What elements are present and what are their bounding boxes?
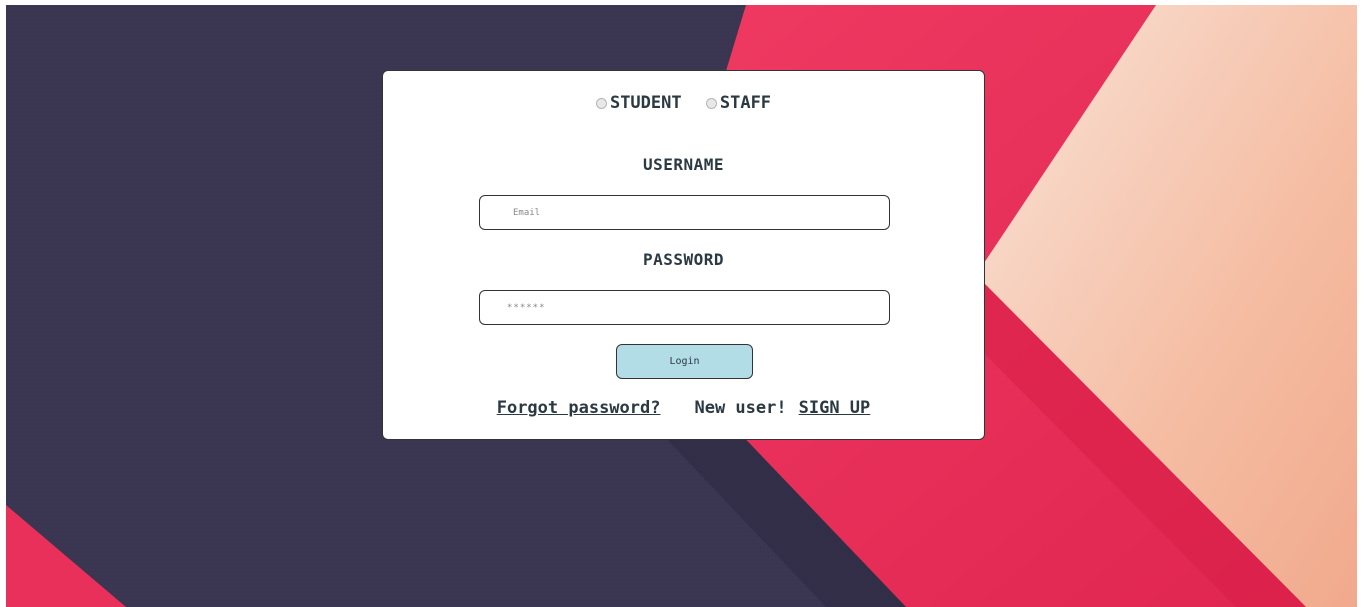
username-label: USERNAME (642, 155, 725, 174)
role-selector: STUDENT STAFF (383, 93, 984, 114)
email-input[interactable]: Email (479, 195, 890, 230)
forgot-password-link[interactable]: Forgot password? (497, 398, 661, 418)
login-button[interactable]: Login (616, 344, 753, 379)
role-option-student[interactable]: STUDENT (595, 93, 682, 113)
email-placeholder: Email (513, 207, 541, 218)
student-radio[interactable] (595, 97, 607, 109)
signup-link[interactable]: SIGN UP (799, 398, 871, 418)
password-input[interactable]: ****** (479, 290, 890, 325)
role-option-staff[interactable]: STAFF (705, 93, 771, 113)
new-user-text: New user! (694, 398, 787, 418)
password-value: ****** (507, 302, 546, 313)
login-card: STUDENT STAFF USERNAME Email PASSWORD **… (382, 70, 985, 440)
staff-radio[interactable] (705, 97, 717, 109)
auth-links: Forgot password? New user! SIGN UP (383, 398, 984, 418)
staff-label[interactable]: STAFF (720, 93, 771, 113)
password-label: PASSWORD (642, 250, 725, 269)
student-label[interactable]: STUDENT (610, 93, 682, 113)
